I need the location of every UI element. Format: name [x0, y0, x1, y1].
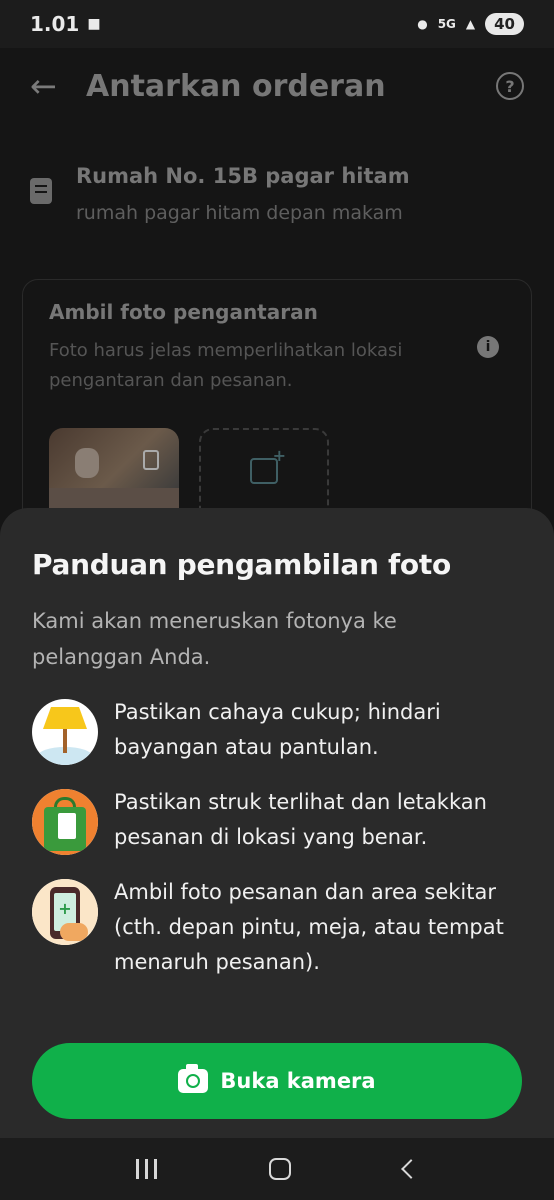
address-note: rumah pagar hitam depan makam: [76, 202, 403, 224]
info-icon[interactable]: i: [477, 336, 499, 358]
battery-indicator: 40: [485, 13, 524, 35]
back-icon[interactable]: [400, 1159, 421, 1179]
status-icons: ● 5G ▲ 40: [417, 13, 524, 35]
guide-list: Pastikan cahaya cukup; hindari bayangan …: [32, 695, 522, 980]
back-arrow-icon[interactable]: ←: [30, 67, 70, 105]
signal-icon: ▲: [465, 17, 476, 31]
status-time: 1.01: [30, 12, 80, 36]
system-nav-bar: [0, 1138, 554, 1200]
recents-icon[interactable]: [136, 1159, 158, 1179]
delivery-address: Rumah No. 15B pagar hitam rumah pagar hi…: [0, 164, 554, 224]
add-image-icon: [250, 446, 286, 484]
status-bar: 1.01 ■ ● 5G ▲ 40: [0, 0, 554, 48]
phone-camera-icon: +: [32, 879, 98, 945]
open-camera-button[interactable]: Buka kamera: [32, 1043, 522, 1119]
note-icon: [30, 178, 52, 204]
address-text: Rumah No. 15B pagar hitam rumah pagar hi…: [76, 164, 410, 224]
camera-icon: [178, 1064, 209, 1093]
shopping-bag-icon: [32, 789, 98, 855]
guide-item: Pastikan struk terlihat dan letakkan pes…: [32, 785, 522, 855]
delete-icon[interactable]: [143, 450, 159, 470]
app-bar: ← Antarkan orderan ?: [0, 48, 554, 124]
sheet-subtitle: Kami akan meneruskan fotonya ke pelangga…: [32, 609, 397, 669]
guide-item: Pastikan cahaya cukup; hindari bayangan …: [32, 695, 522, 765]
open-camera-label: Buka kamera: [220, 1069, 376, 1093]
page-title: Antarkan orderan: [86, 68, 386, 104]
lamp-icon: [32, 699, 98, 765]
guide-text: Ambil foto pesanan dan area sekitar (cth…: [114, 880, 504, 974]
guide-text: Pastikan cahaya cukup; hindari bayangan …: [114, 700, 441, 759]
photo-card-title: Ambil foto pengantaran: [49, 300, 318, 324]
location-icon: ●: [417, 17, 428, 31]
sheet-title: Panduan pengambilan foto: [32, 548, 451, 581]
address-title: Rumah No. 15B pagar hitam: [76, 164, 410, 188]
screen: 1.01 ■ ● 5G ▲ 40 ← Antarkan orderan ? Ru…: [0, 0, 554, 1200]
photo-guide-sheet: Panduan pengambilan foto Kami akan mener…: [0, 508, 554, 1138]
car-icon: ■: [87, 16, 101, 32]
photo-card-description: Foto harus jelas memperlihatkan lokasi p…: [49, 340, 403, 391]
guide-item: + Ambil foto pesanan dan area sekitar (c…: [32, 875, 522, 980]
network-label: 5G: [437, 17, 456, 31]
home-icon[interactable]: [269, 1158, 292, 1180]
guide-text: Pastikan struk terlihat dan letakkan pes…: [114, 790, 487, 849]
help-icon[interactable]: ?: [496, 72, 524, 100]
